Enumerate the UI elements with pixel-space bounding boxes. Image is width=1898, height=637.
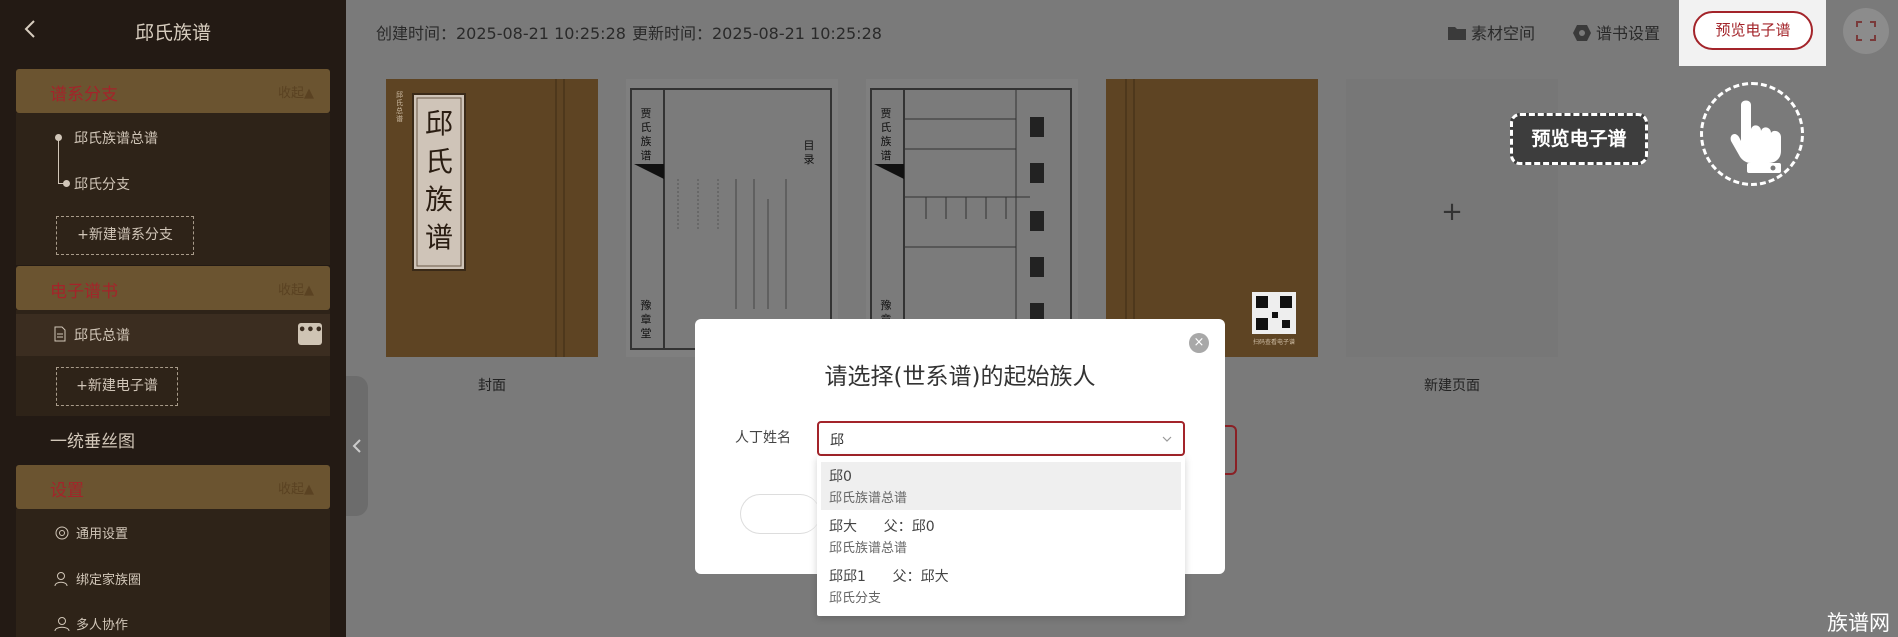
guide-hand (1700, 82, 1804, 186)
chevron-down-icon (1162, 436, 1172, 442)
section-ebooks-toggle[interactable]: 收起▲ (278, 279, 314, 298)
section-ebooks-header[interactable]: 电子谱书 收起▲ (16, 266, 330, 310)
lineage-artwork (870, 88, 1072, 350)
toc-hall-name: 豫章堂 (640, 299, 652, 340)
gear-icon (55, 526, 69, 540)
tree-chart-link[interactable]: 一统垂丝图 (50, 427, 135, 452)
collapse-sidebar-button[interactable] (346, 376, 368, 516)
section-branches-toggle[interactable]: 收起▲ (278, 82, 314, 101)
dialog-title: 请选择(世系谱)的起始族人 (824, 364, 1096, 390)
material-space-label: 素材空间 (1471, 24, 1536, 43)
page-label-new: 新建页面 (1424, 378, 1480, 394)
settings-item-general[interactable]: 通用设置 (54, 523, 128, 542)
document-icon (54, 326, 66, 342)
close-icon[interactable]: × (1189, 333, 1209, 353)
book-settings-label: 谱书设置 (1596, 24, 1661, 43)
cover-artwork (386, 79, 598, 357)
person-name-label: 人丁姓名 (735, 430, 791, 446)
pointing-hand-icon (1730, 100, 1781, 173)
option-branch: 邱氏分支 (829, 591, 882, 606)
tree-dot (63, 180, 70, 187)
fullscreen-button[interactable] (1843, 8, 1889, 54)
qr-caption: 扫码查看电子谱 (1252, 339, 1295, 346)
users-icon (54, 617, 70, 632)
cover-title: 邱氏族谱 (424, 107, 453, 254)
created-time: 创建时间：2025-08-21 10:25:28 (376, 24, 626, 43)
settings-item-collaboration[interactable]: 多人协作 (54, 614, 128, 633)
section-settings-header[interactable]: 设置 收起▲ (16, 465, 330, 509)
page-thumb-lineage[interactable]: 贾氏族谱 豫章堂 (866, 79, 1078, 357)
user-link-icon (54, 572, 68, 587)
guide-preview-hint: 预览电子谱 (1510, 113, 1648, 165)
section-ebooks-label: 电子谱书 (50, 282, 118, 302)
fullscreen-icon (1856, 21, 1876, 41)
section-branches-header[interactable]: 谱系分支 收起▲ (16, 69, 330, 113)
ebook-item[interactable]: 邱氏总谱 ••• (16, 314, 330, 356)
branch-item-sub[interactable]: 邱氏分支 (74, 174, 130, 194)
cancel-button[interactable] (740, 494, 820, 534)
page-label-cover: 封面 (478, 378, 506, 394)
preview-highlight: 预览电子谱 (1679, 0, 1826, 66)
sidebar: 邱氏族谱 谱系分支 收起▲ 邱氏族谱总谱 邱氏分支 +新建谱系分支 电子谱书 收… (0, 0, 346, 637)
option-branch: 邱氏族谱总谱 (829, 541, 908, 556)
option-name: 邱大 父：邱0 (829, 519, 935, 535)
toc-heading: 目录 (803, 139, 815, 166)
toc-artwork (630, 88, 832, 350)
ebook-item-label: 邱氏总谱 (74, 328, 130, 344)
section-settings-toggle[interactable]: 收起▲ (278, 478, 314, 497)
settings-item-label: 绑定家族圈 (76, 573, 142, 588)
section-settings-label: 设置 (50, 481, 84, 501)
settings-item-label: 多人协作 (76, 618, 129, 633)
page-thumb-back-cover[interactable]: 扫码查看电子谱 (1106, 79, 1318, 357)
person-name-value: 邱 (830, 433, 844, 449)
add-branch-button[interactable]: +新建谱系分支 (56, 216, 194, 255)
dropdown-option[interactable]: 邱大 父：邱0 邱氏族谱总谱 (821, 512, 1181, 560)
option-name: 邱邱1 父：邱大 (829, 569, 949, 585)
sidebar-title: 邱氏族谱 (134, 22, 211, 44)
option-name: 邱0 (829, 469, 852, 485)
page-thumb-toc[interactable]: 贾氏族谱 豫章堂 目录 (626, 79, 838, 357)
more-options-icon[interactable]: ••• (298, 323, 323, 345)
preview-ebook-button[interactable]: 预览电子谱 (1693, 11, 1813, 50)
book-settings-link[interactable]: 谱书设置 (1572, 20, 1660, 44)
back-cover-artwork (1106, 79, 1318, 357)
dropdown-option[interactable]: 邱邱1 父：邱大 邱氏分支 (821, 562, 1181, 610)
toc-spine-title: 贾氏族谱 (640, 107, 652, 162)
tree-connector (58, 137, 59, 183)
add-ebook-button[interactable]: +新建电子谱 (56, 367, 178, 406)
settings-item-family-circle[interactable]: 绑定家族圈 (54, 569, 141, 588)
option-branch: 邱氏族谱总谱 (829, 491, 908, 506)
person-dropdown: 邱0 邱氏族谱总谱 邱大 父：邱0 邱氏族谱总谱 邱邱1 父：邱大 邱氏分支 (817, 456, 1185, 616)
page-thumb-cover[interactable]: 邱氏族谱 邱氏总谱 (386, 79, 598, 357)
dropdown-option[interactable]: 邱0 邱氏族谱总谱 (821, 462, 1181, 510)
settings-item-label: 通用设置 (76, 527, 129, 542)
material-space-link[interactable]: 素材空间 (1447, 20, 1535, 44)
updated-time: 更新时间：2025-08-21 10:25:28 (632, 24, 882, 43)
chevron-left-icon (352, 439, 361, 453)
sidebar-header: 邱氏族谱 (0, 0, 346, 60)
hexagon-gear-icon (1573, 25, 1591, 41)
branch-item-main[interactable]: 邱氏族谱总谱 (74, 128, 158, 148)
tree-dot (55, 134, 62, 141)
person-name-select[interactable]: 邱 (817, 421, 1185, 456)
folder-icon (1448, 27, 1466, 40)
section-branches-label: 谱系分支 (50, 85, 118, 105)
cover-small-label: 邱氏总谱 (396, 91, 403, 123)
lineage-spine-title: 贾氏族谱 (880, 107, 892, 162)
plus-icon: + (1441, 197, 1463, 227)
site-watermark: 族谱网 (1827, 611, 1890, 635)
